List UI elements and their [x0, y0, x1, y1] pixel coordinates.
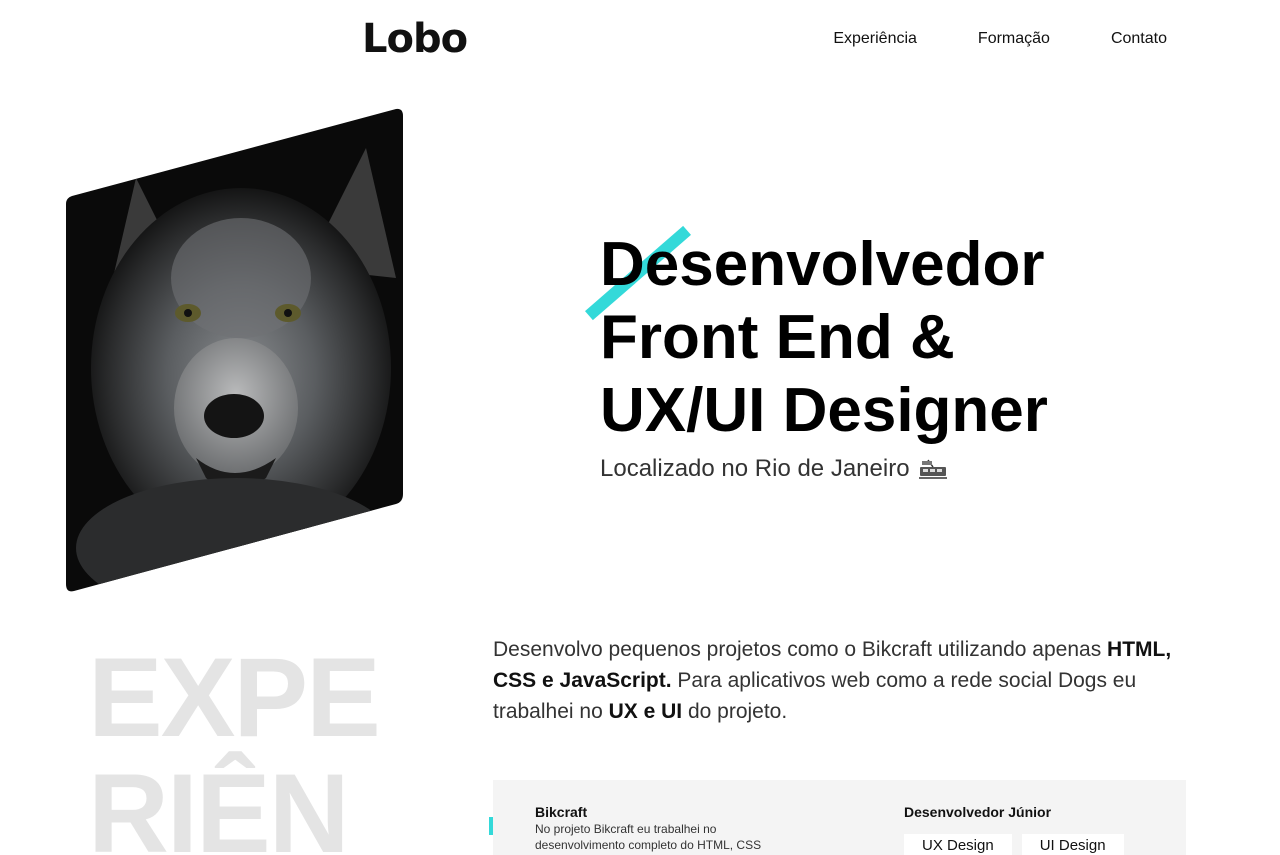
hero-title-line-2: Front End &: [600, 303, 955, 372]
hero-subtitle: Localizado no Rio de Janeiro: [600, 455, 1200, 483]
project-name: Bikcraft: [535, 804, 588, 820]
hero-subtitle-text: Localizado no Rio de Janeiro: [600, 455, 910, 482]
tag-ui-design: UI Design: [1021, 834, 1124, 855]
hero-title: Desenvolvedor Front End & UX/UI Designer: [600, 228, 1200, 447]
project-description: No projeto Bikcraft eu trabalhei no dese…: [535, 822, 762, 852]
watermark-line-1: EXPE: [88, 635, 381, 760]
intro-text-1: Desenvolvo pequenos projetos como o Bikc…: [493, 638, 1108, 661]
tram-icon: [918, 458, 948, 480]
nav-link-formacao[interactable]: Formação: [978, 30, 1050, 48]
skill-tags: UX Design UI Design: [904, 834, 1124, 855]
intro-ux-highlight: UX e UI: [608, 700, 683, 723]
tag-ux-design: UX Design: [904, 834, 1012, 855]
portfolio-page: Lobo Experiência Formação Contato Desenv…: [0, 0, 1280, 855]
wolf-portrait-image: [66, 108, 403, 592]
site-logo[interactable]: Lobo: [362, 16, 468, 62]
hero-section: Desenvolvedor Front End & UX/UI Designer…: [585, 225, 1200, 483]
watermark-line-2: RIÊN: [88, 751, 350, 855]
experience-watermark: EXPE RIÊN: [88, 635, 381, 855]
nav-link-contato[interactable]: Contato: [1111, 30, 1167, 48]
intro-text-3: do projeto.: [682, 700, 788, 723]
experience-intro: Desenvolvo pequenos projetos como o Bikc…: [493, 634, 1183, 727]
main-nav: Experiência Formação Contato: [833, 30, 1167, 48]
card-accent-bar: [489, 817, 493, 835]
role-title: Desenvolvedor Júnior: [904, 804, 1052, 820]
hero-title-line-1: Desenvolvedor: [600, 230, 1045, 299]
nav-link-experiencia[interactable]: Experiência: [833, 30, 917, 48]
experience-card[interactable]: Bikcraft No projeto Bikcraft eu trabalhe…: [489, 780, 1186, 855]
hero-title-line-3: UX/UI Designer: [600, 376, 1048, 445]
